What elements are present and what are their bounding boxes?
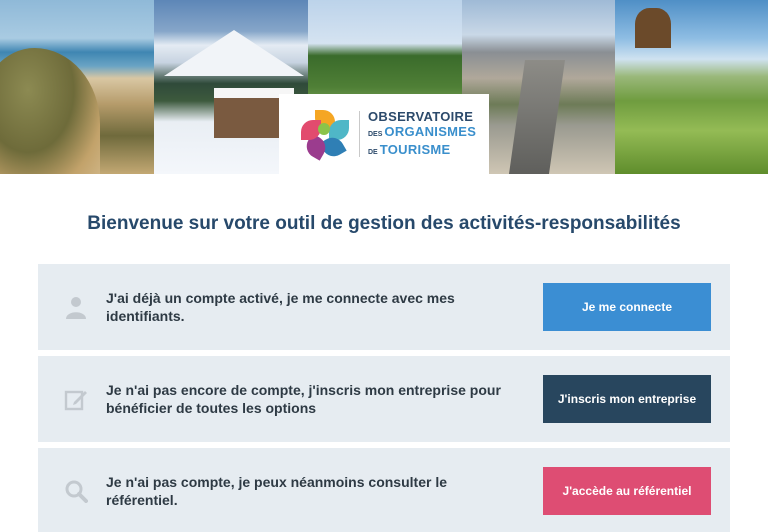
logo-line-1: OBSERVATOIRE: [368, 108, 474, 124]
user-icon: [66, 297, 86, 319]
option-login-text: J'ai déjà un compte activé, je me connec…: [106, 290, 455, 324]
option-browse-text: Je n'ai pas compte, je peux néanmoins co…: [106, 474, 447, 508]
page-title: Bienvenue sur votre outil de gestion des…: [87, 213, 681, 234]
login-button[interactable]: Je me connecte: [543, 283, 711, 331]
option-login: J'ai déjà un compte activé, je me connec…: [38, 264, 730, 350]
option-register-text: Je n'ai pas encore de compte, j'inscris …: [106, 382, 501, 416]
logo: OBSERVATOIRE DES ORGANISMES DE TOURISME: [279, 94, 489, 174]
search-icon: [65, 480, 88, 503]
banner-photo-dunes: [0, 0, 154, 174]
option-browse: Je n'ai pas compte, je peux néanmoins co…: [38, 448, 730, 532]
logo-line-3: DE TOURISME: [368, 141, 451, 157]
edit-icon: [64, 390, 87, 411]
logo-mark-icon: [301, 110, 349, 161]
logo-line-2: DES ORGANISMES: [368, 123, 477, 139]
browse-repository-button[interactable]: J'accède au référentiel: [543, 467, 711, 515]
banner-photo-beach: [615, 0, 768, 174]
register-company-button[interactable]: J'inscris mon entreprise: [543, 375, 711, 423]
logo-text: OBSERVATOIRE DES ORGANISMES DE TOURISME: [368, 109, 476, 160]
logo-divider: [359, 111, 360, 157]
option-register: Je n'ai pas encore de compte, j'inscris …: [38, 356, 730, 442]
